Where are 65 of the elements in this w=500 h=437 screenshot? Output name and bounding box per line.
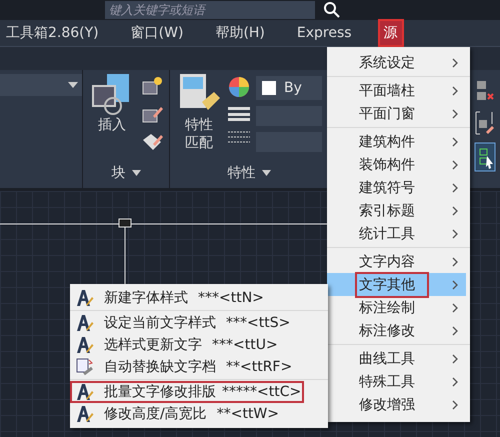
color-wheel-icon[interactable]	[228, 76, 250, 98]
chevron-right-icon	[452, 376, 458, 386]
text-style-icon	[76, 289, 94, 307]
submenu-item[interactable]: 自动替换缺文字档 **<ttRF>	[70, 356, 328, 378]
block-edit-icon[interactable]	[141, 104, 163, 124]
chevron-right-icon	[452, 256, 458, 266]
lineweight-icon[interactable]	[228, 106, 250, 122]
chevron-right-icon	[452, 182, 458, 192]
panel-title[interactable]: 块	[112, 164, 126, 182]
menu-item[interactable]: 平面门窗	[327, 102, 466, 125]
text-style-icon	[76, 336, 94, 354]
menu-bar-item[interactable]: Express	[292, 22, 356, 44]
chevron-right-icon	[452, 58, 458, 68]
submenu-item[interactable]: 修改高度/高宽比 **<ttW>	[70, 403, 328, 425]
menu-item[interactable]: 曲线工具	[327, 347, 466, 370]
submenu-item[interactable]: 新建字体样式 ***<ttN>	[70, 287, 328, 309]
menu-item[interactable]: 文字内容	[327, 250, 466, 273]
caret-icon[interactable]	[132, 170, 140, 176]
tag-edit-icon[interactable]	[141, 132, 163, 152]
menu-item[interactable]: 索引标题	[327, 199, 466, 222]
menu-bar-item[interactable]: 窗口(W)	[126, 21, 188, 45]
color-dropdown[interactable]: By	[256, 76, 322, 100]
chevron-right-icon	[452, 206, 458, 216]
match-properties-button[interactable]: 特性匹配	[176, 72, 222, 152]
menu-item[interactable]: 文字其他	[327, 273, 466, 296]
chevron-right-icon	[452, 302, 458, 312]
submenu-item[interactable]: 选样式更新文字 ***<ttU>	[70, 334, 328, 356]
menu-item[interactable]: 统计工具	[327, 222, 466, 245]
menu-bar-item[interactable]: 源	[380, 21, 402, 45]
chevron-right-icon	[452, 108, 458, 118]
chevron-right-icon	[452, 400, 458, 410]
block-create-icon[interactable]	[141, 76, 163, 96]
menu-item[interactable]: 特殊工具	[327, 370, 466, 393]
chevron-right-icon	[452, 280, 458, 290]
insert-button[interactable]: 插入	[89, 72, 135, 134]
menu-bar-item[interactable]: 工具箱2.86(Y)	[2, 21, 103, 45]
menu-bar-item[interactable]: 帮助(H)	[211, 21, 269, 45]
menu-item[interactable]: 建筑构件	[327, 130, 466, 153]
chevron-right-icon	[452, 326, 458, 336]
text-style-icon	[76, 314, 94, 332]
panel-title[interactable]: 特性	[228, 164, 256, 182]
chevron-right-icon	[452, 228, 458, 238]
chevron-right-icon	[452, 160, 458, 170]
search-field[interactable]: 键入关键字或短语	[105, 1, 315, 19]
menu-item[interactable]: 修改增强	[327, 393, 466, 416]
menu-item[interactable]: 装饰构件	[327, 153, 466, 176]
chevron-right-icon	[452, 136, 458, 146]
menu-item[interactable]: 标注修改	[327, 319, 466, 342]
caret-icon[interactable]	[262, 170, 270, 176]
menu-item[interactable]: 建筑符号	[327, 176, 466, 199]
linetype-icon[interactable]	[228, 130, 250, 144]
chevron-right-icon	[452, 86, 458, 96]
caret-icon	[68, 82, 78, 88]
submenu-item[interactable]: 设定当前文字样式 ***<ttS>	[70, 312, 328, 334]
group-edit-icon[interactable]	[474, 110, 494, 136]
chevron-right-icon	[452, 354, 458, 364]
submenu-item[interactable]: 批量文字修改排版 *****<ttC>	[70, 381, 304, 403]
search-icon[interactable]	[323, 1, 341, 19]
group-select-icon[interactable]	[474, 142, 496, 172]
menu-item[interactable]: 平面墙柱	[327, 79, 466, 102]
text-style-icon	[76, 405, 94, 423]
document-icon	[76, 358, 94, 376]
menu-item[interactable]: 系统设定	[327, 51, 466, 74]
menu-item[interactable]: 标注绘制	[327, 296, 466, 319]
text-style-icon	[76, 383, 94, 401]
